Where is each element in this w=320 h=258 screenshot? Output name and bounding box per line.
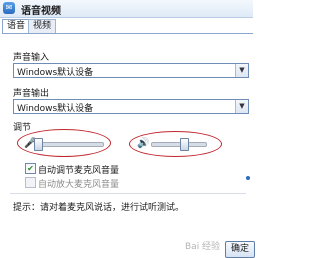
tab-divider — [2, 33, 253, 34]
output-label: 声音输出 — [13, 89, 50, 99]
chevron-down-icon[interactable]: ▼ — [235, 64, 248, 77]
output-device-value: Windows默认设备 — [17, 104, 94, 114]
ok-button[interactable]: 确定 — [225, 241, 255, 258]
tab-video[interactable]: 视频 — [28, 19, 57, 33]
chevron-down-icon[interactable]: ▼ — [235, 100, 248, 113]
checkbox-box — [25, 177, 36, 188]
input-label: 声音输入 — [13, 53, 50, 63]
output-device-select[interactable]: Windows默认设备 ▼ — [13, 99, 249, 114]
adjust-label: 调节 — [13, 123, 32, 133]
auto-adjust-mic-label: 自动调节麦克风音量 — [38, 166, 120, 176]
title-bar[interactable]: ✉ 语音视频 — [0, 0, 253, 18]
highlight-ellipse — [129, 131, 222, 157]
tab-voice[interactable]: 语音 — [2, 19, 31, 34]
window-title: 语音视频 — [21, 6, 61, 17]
hint-text: 提示：请对着麦克风说话，进行试听测试。 — [13, 203, 185, 213]
watermark: Bai 经验 — [185, 242, 221, 252]
auto-amplify-mic-label: 自动放大麦克风音量 — [38, 180, 120, 190]
highlight-ellipse — [17, 129, 111, 157]
status-dot — [246, 176, 250, 180]
chat-app-icon: ✉ — [3, 2, 15, 14]
input-device-value: Windows默认设备 — [17, 68, 94, 78]
divider — [10, 193, 246, 194]
checkmark-icon[interactable]: ✔ — [25, 163, 36, 174]
input-device-select[interactable]: Windows默认设备 ▼ — [13, 63, 249, 78]
